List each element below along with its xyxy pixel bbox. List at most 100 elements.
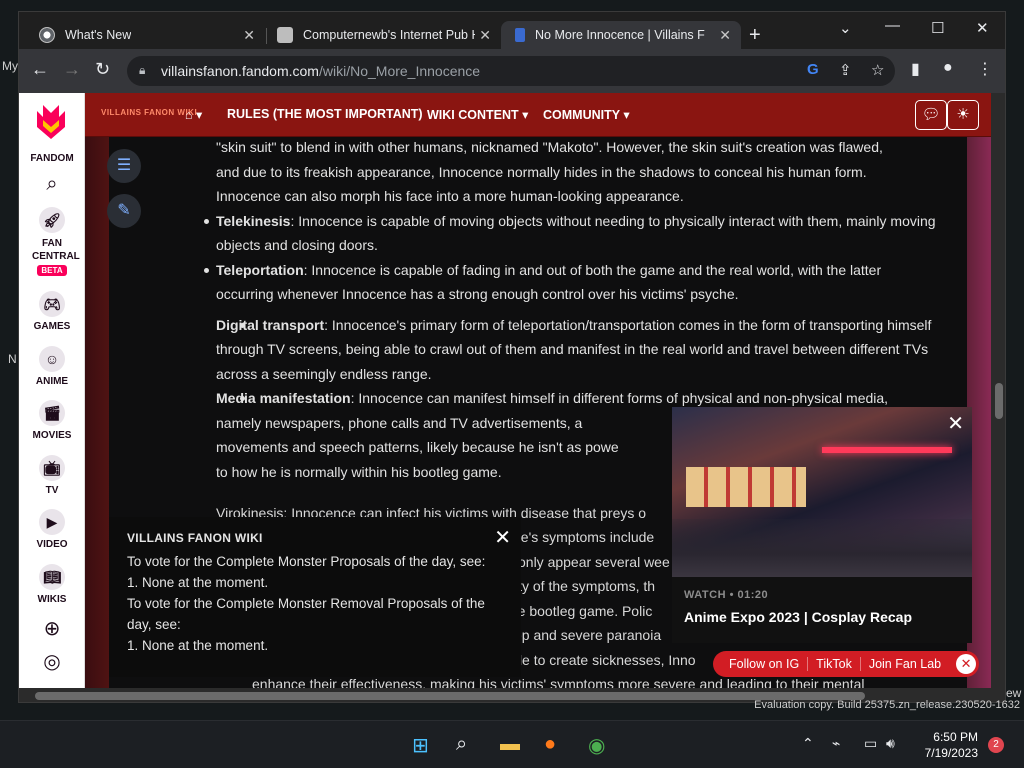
notice-title: VILLAINS FANON WIKI <box>127 531 263 545</box>
firefox-icon[interactable]: ● <box>544 733 556 756</box>
close-notice-icon[interactable]: ✕ <box>494 525 511 550</box>
notice-line: To vote for the Complete Monster Proposa… <box>127 554 486 569</box>
telekinesis-text: : Innocence is capable of moving objects… <box>216 212 936 254</box>
side-panel-icon[interactable]: ▮ <box>911 59 920 79</box>
play-icon: ▶ <box>39 509 65 535</box>
wiki-header-bar: VILLAINS FANON WIKI ⌂ ▾ RULES (THE MOST … <box>85 93 991 137</box>
reload-icon[interactable]: ↻ <box>95 59 110 80</box>
term-telekinesis: Telekinesis <box>216 212 291 229</box>
rail-item-games[interactable]: 🎮︎ GAMES <box>19 291 85 332</box>
taskbar: ⊞ ⌕ ▬ ● ◉ ⌃ ⌁ ▭ 🔊︎ 6:50 PM 7/19/2023 2 <box>0 720 1024 768</box>
term-media-manifestation: Media manifestation <box>216 390 351 406</box>
display-icon[interactable]: ▭ <box>864 735 877 752</box>
close-tab-icon[interactable]: ✕ <box>719 27 731 44</box>
chrome-icon <box>39 27 55 43</box>
theme-toggle-icon[interactable]: ☀ <box>947 100 979 130</box>
minimize-icon[interactable]: — <box>885 17 900 34</box>
join-fan-lab-link[interactable]: Join Fan Lab <box>859 657 949 671</box>
close-window-icon[interactable]: ✕ <box>976 19 989 37</box>
share-icon[interactable]: ⇪ <box>839 61 852 79</box>
close-tab-icon[interactable]: ✕ <box>479 27 491 44</box>
intro-line: "skin suit" to blend in with other human… <box>216 139 883 155</box>
system-clock[interactable]: 6:50 PM 7/19/2023 <box>925 729 978 761</box>
maximize-icon[interactable]: ☐ <box>931 19 944 37</box>
notice-line: 1. None at the moment. <box>127 638 269 653</box>
notice-line: 1. None at the moment. <box>127 575 269 590</box>
tiktok-link[interactable]: TikTok <box>807 657 860 671</box>
follow-ig-link[interactable]: Follow on IG <box>721 657 807 671</box>
desktop-icon-label[interactable]: ew <box>1006 686 1021 700</box>
address-bar[interactable]: 🔒︎ villainsfanon.fandom.com/wiki/No_More… <box>127 56 895 86</box>
wiki-logo[interactable]: VILLAINS FANON WIKI <box>101 108 197 117</box>
tab-search-chevron-icon[interactable]: ⌄ <box>839 19 852 37</box>
bullet <box>240 396 245 401</box>
tab-computernewb[interactable]: Computernewb's Internet Pub Hub ✕ <box>263 21 501 49</box>
notice-line: To vote for the Complete Monster Removal… <box>127 596 485 611</box>
featured-video-player[interactable]: ✕ WATCH • 01:20 Anime Expo 2023 | Cospla… <box>672 407 972 643</box>
tab-title: No More Innocence | Villains Fanon Wiki <box>535 28 705 42</box>
notification-badge[interactable]: 2 <box>988 737 1004 753</box>
tray-chevron-icon[interactable]: ⌃ <box>802 735 814 752</box>
forward-arrow-icon[interactable]: → <box>63 59 81 80</box>
back-arrow-icon[interactable]: ← <box>31 59 49 80</box>
menu-kebab-icon[interactable]: ⋮ <box>977 59 993 79</box>
page-viewport: FANDOM ⌕ 🚀︎ FAN CENTRAL BETA 🎮︎ GAMES ☺ … <box>19 93 991 702</box>
new-tab-icon[interactable]: + <box>749 24 761 47</box>
rail-item-movies[interactable]: 🎬︎ MOVIES <box>19 400 85 441</box>
bullet <box>204 267 209 273</box>
search-icon[interactable]: ⌕ <box>19 173 85 196</box>
tab-strip: What's New ✕ Computernewb's Internet Pub… <box>19 12 1005 49</box>
video-title[interactable]: Anime Expo 2023 | Cosplay Recap <box>684 609 912 625</box>
user-account-icon[interactable]: ◎ <box>19 649 85 674</box>
vertical-scroll-thumb[interactable] <box>995 383 1003 419</box>
wiki-favicon-icon <box>515 28 525 42</box>
discussions-icon[interactable]: 💬︎ <box>915 100 947 130</box>
fandom-logo-icon[interactable] <box>33 101 69 141</box>
vertical-scrollbar[interactable] <box>991 93 1005 702</box>
site-favicon-icon <box>277 27 293 43</box>
video-thumbnail[interactable] <box>672 407 972 577</box>
teleportation-text: : Innocence is capable of fading in and … <box>216 261 882 303</box>
media-line: to how he is normally within his bootleg… <box>216 463 502 480</box>
browser-toolbar: ← → ↻ 🔒︎ villainsfanon.fandom.com/wiki/N… <box>19 49 1005 93</box>
tab-title: Computernewb's Internet Pub Hub <box>303 28 475 42</box>
search-icon[interactable]: ⌕ <box>456 733 467 756</box>
anime-face-icon: ☺ <box>39 346 65 372</box>
nav-community[interactable]: COMMUNITY ▾ <box>543 107 630 122</box>
fandom-brand-label[interactable]: FANDOM <box>19 153 85 164</box>
table-of-contents-icon[interactable]: ☰ <box>107 149 141 183</box>
bullet <box>204 218 209 224</box>
tab-whats-new[interactable]: What's New ✕ <box>25 21 265 49</box>
close-video-icon[interactable]: ✕ <box>947 411 964 436</box>
rail-item-fan-central[interactable]: 🚀︎ FAN CENTRAL BETA <box>19 207 85 276</box>
rail-item-anime[interactable]: ☺ ANIME <box>19 346 85 387</box>
volume-icon[interactable]: 🔊︎ <box>886 735 895 752</box>
chrome-taskbar-icon[interactable]: ◉ <box>588 733 605 758</box>
nav-rules[interactable]: RULES (THE MOST IMPORTANT) <box>227 107 423 121</box>
file-explorer-icon[interactable]: ▬ <box>500 733 520 756</box>
bookmark-star-icon[interactable]: ☆ <box>871 61 884 79</box>
desktop-icon-label[interactable]: N <box>8 352 17 366</box>
nav-wiki-content[interactable]: WIKI CONTENT ▾ <box>427 107 528 122</box>
add-wiki-icon[interactable]: ⊕ <box>19 616 85 641</box>
rail-item-wikis[interactable]: 📖︎ WIKIS <box>19 564 85 605</box>
close-social-icon[interactable]: ✕ <box>956 654 977 674</box>
tab-no-more-innocence[interactable]: No More Innocence | Villains Fanon Wiki … <box>501 21 741 49</box>
windows-start-icon[interactable]: ⊞ <box>412 733 429 758</box>
close-tab-icon[interactable]: ✕ <box>243 27 255 44</box>
desktop-icon-label[interactable]: My <box>2 59 18 73</box>
profile-icon[interactable]: ● <box>943 59 953 77</box>
browser-window: What's New ✕ Computernewb's Internet Pub… <box>18 11 1006 703</box>
google-icon[interactable]: G <box>807 61 819 78</box>
rail-item-video[interactable]: ▶ VIDEO <box>19 509 85 550</box>
digital-transport-text: : Innocence's primary form of teleportat… <box>216 316 932 382</box>
bullet <box>240 322 245 328</box>
rocket-icon: 🚀︎ <box>39 207 65 233</box>
network-icon[interactable]: ⌁ <box>832 735 840 752</box>
clapperboard-icon: 🎬︎ <box>39 400 65 426</box>
rail-item-tv[interactable]: 📺︎ TV <box>19 455 85 496</box>
explore-menu-icon[interactable]: ⌂ ▾ <box>185 107 202 122</box>
edit-pencil-icon[interactable]: ✎ <box>107 194 141 228</box>
url-text[interactable]: villainsfanon.fandom.com/wiki/No_More_In… <box>161 63 480 79</box>
horizontal-scroll-thumb[interactable] <box>35 692 865 700</box>
